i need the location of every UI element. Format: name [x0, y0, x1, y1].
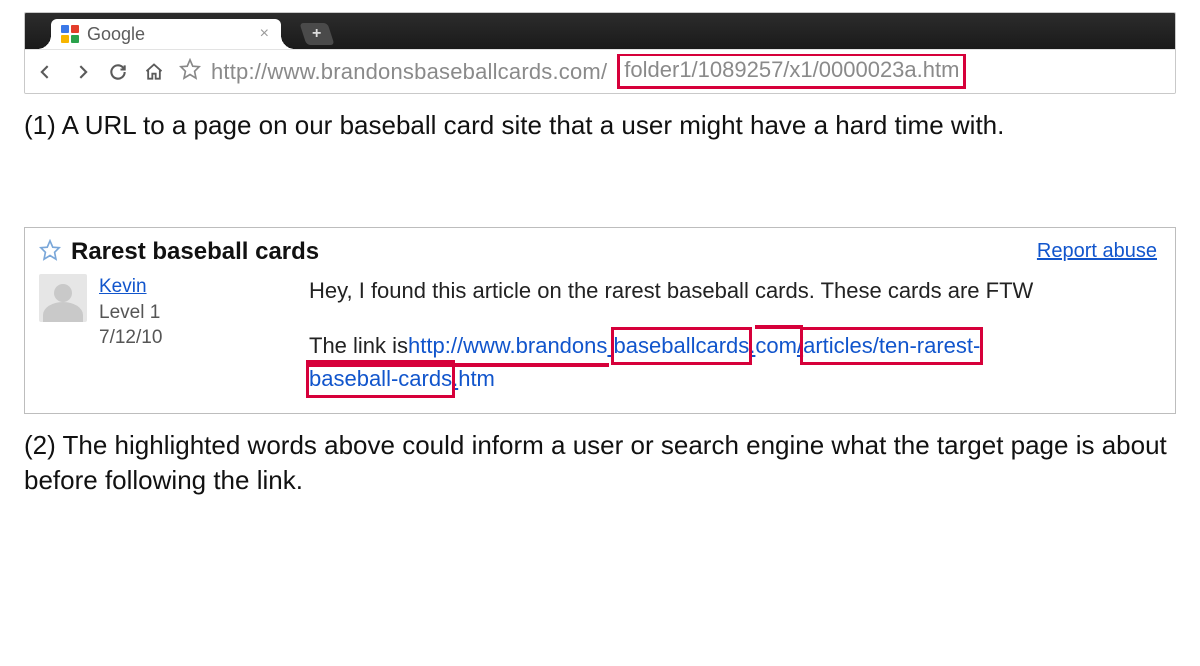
home-button[interactable] [143, 61, 165, 83]
browser-toolbar: http://www.brandonsbaseballcards.com/fol… [25, 49, 1175, 93]
forum-header: Rarest baseball cards Report abuse [39, 238, 1159, 266]
link-seg-1[interactable]: http://www.brandons [408, 329, 607, 362]
report-abuse-link[interactable]: Report abuse [1037, 240, 1157, 263]
post-date: 7/12/10 [99, 325, 162, 351]
forum-post: Rarest baseball cards Report abuse Kevin… [24, 227, 1176, 414]
link-seg-com[interactable]: com [755, 329, 797, 362]
new-tab-button[interactable]: + [299, 23, 334, 45]
link-seg-articles[interactable]: articles/ten-rarest- [803, 329, 980, 362]
avatar [39, 274, 87, 322]
tab-strip: Google × + [25, 13, 1175, 49]
author-level: Level 1 [99, 300, 162, 326]
author-link[interactable]: Kevin [99, 276, 147, 297]
post-message: Hey, I found this article on the rarest … [309, 274, 1159, 307]
favorite-star-icon[interactable] [39, 239, 61, 266]
thread-title: Rarest baseball cards [71, 238, 319, 266]
forward-button[interactable] [71, 61, 93, 83]
close-tab-icon[interactable]: × [260, 26, 269, 42]
google-favicon [61, 25, 79, 43]
back-button[interactable] [35, 61, 57, 83]
url-base: http://www.brandonsbaseballcards.com/ [211, 59, 607, 85]
address-bar[interactable]: http://www.brandonsbaseballcards.com/fol… [179, 54, 1165, 90]
post-body: Hey, I found this article on the rarest … [309, 274, 1159, 395]
browser-tab[interactable]: Google × [51, 19, 281, 49]
link-prefix: The link is [309, 329, 408, 362]
browser-chrome: Google × + http://www.brandonsbaseballca… [24, 12, 1176, 94]
bookmark-star-icon[interactable] [179, 58, 201, 86]
url-highlight: folder1/1089257/x1/0000023a.htm [617, 54, 966, 89]
post-row: Kevin Level 1 7/12/10 Hey, I found this … [39, 274, 1159, 395]
link-seg-baseballcards[interactable]: baseballcards [614, 329, 750, 362]
tab-title: Google [87, 24, 252, 45]
post-meta: Kevin Level 1 7/12/10 [39, 274, 309, 395]
link-seg-baseball-cards[interactable]: baseball-cards [309, 362, 452, 395]
caption-1: (1) A URL to a page on our baseball card… [24, 108, 1176, 143]
post-link-line: The link is http://www.brandons baseball… [309, 329, 1159, 395]
reload-button[interactable] [107, 61, 129, 83]
caption-2: (2) The highlighted words above could in… [24, 428, 1176, 498]
link-seg-htm[interactable]: htm [458, 362, 495, 395]
